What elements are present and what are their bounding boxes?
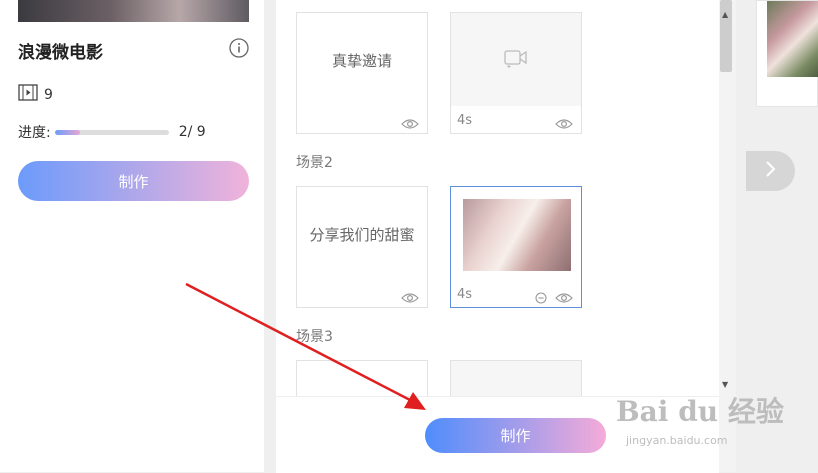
template-thumbnail[interactable] — [18, 0, 249, 22]
progress-bar — [54, 129, 169, 135]
card-duration: 4s — [457, 113, 473, 128]
scene-card-video[interactable]: 4s — [450, 12, 582, 134]
watermark-logo: Bai du 经验 — [616, 395, 784, 428]
clip-count-value: 9 — [44, 86, 53, 103]
scroll-down-icon[interactable]: ▼ — [722, 380, 728, 389]
minus-circle-icon[interactable] — [535, 289, 547, 304]
scene-label: 场景3 — [296, 329, 333, 345]
eye-icon[interactable] — [401, 289, 419, 303]
make-button-secondary[interactable]: 制作 — [18, 161, 249, 201]
template-card-image — [767, 1, 818, 77]
clip-count: 9 — [18, 84, 53, 105]
chevron-right-icon — [765, 160, 777, 182]
film-icon — [18, 84, 44, 105]
eye-icon[interactable] — [401, 115, 419, 129]
scroll-up-icon[interactable]: ▲ — [722, 10, 728, 19]
scene-card-image[interactable]: 4s — [450, 186, 582, 308]
baidu-watermark: Bai du 经验 jingyan.baidu.com — [616, 390, 786, 456]
progress-fill — [54, 129, 80, 135]
video-add-icon[interactable] — [503, 47, 529, 73]
template-title: 浪漫微电影 — [18, 43, 103, 63]
make-button[interactable]: 制作 — [425, 418, 606, 453]
eye-icon[interactable] — [555, 289, 573, 303]
scene-card-text[interactable] — [296, 360, 428, 396]
scene-label: 场景2 — [296, 155, 333, 171]
progress-row: 进度: 2/ 9 — [18, 122, 206, 142]
card-duration: 4s — [457, 287, 473, 302]
video-placeholder — [451, 13, 581, 106]
template-card[interactable] — [756, 0, 818, 107]
next-button[interactable] — [746, 151, 795, 191]
template-panel: 浪漫微电影 9 进度: 2/ 9 制作 — [0, 0, 264, 472]
scene-photo — [463, 199, 571, 271]
watermark-url: jingyan.baidu.com — [626, 434, 728, 447]
scene-list[interactable]: 真挚邀请 4s 场景2 分享我们的甜蜜 4s 场景3 — [276, 0, 719, 396]
info-icon[interactable] — [229, 38, 249, 58]
progress-text: 2/ 9 — [178, 124, 206, 140]
card-text: 真挚邀请 — [331, 52, 392, 70]
eye-icon[interactable] — [555, 115, 573, 129]
progress-label: 进度: — [18, 125, 51, 141]
scene-card-text[interactable]: 分享我们的甜蜜 — [296, 186, 428, 308]
card-text: 分享我们的甜蜜 — [309, 226, 415, 244]
scene-card-video[interactable] — [450, 360, 582, 396]
scene-card-text[interactable]: 真挚邀请 — [296, 12, 428, 134]
